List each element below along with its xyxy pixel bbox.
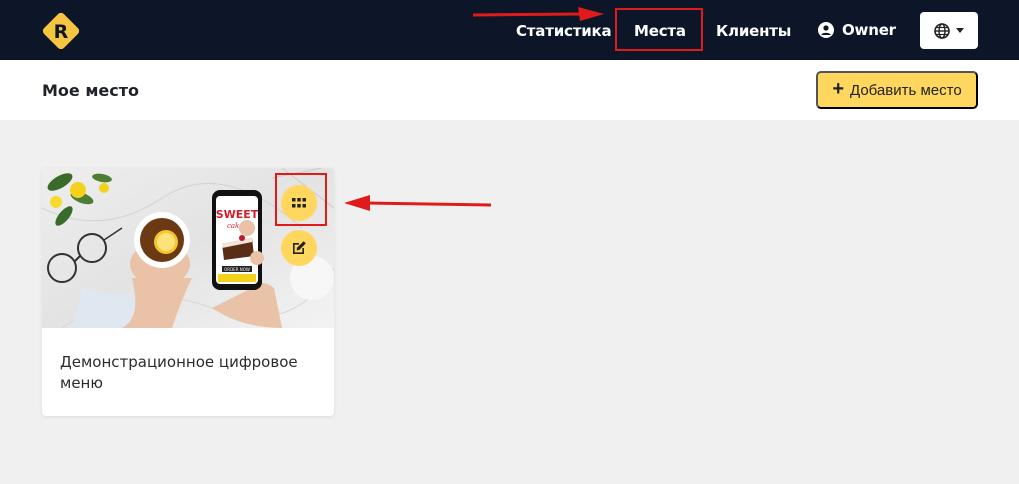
logo-letter: R [54,21,69,43]
annotation-box-grid [275,173,327,226]
language-dropdown-button[interactable] [920,12,978,49]
add-place-label: Добавить место [850,81,962,99]
globe-icon [934,22,950,39]
nav-clients[interactable]: Клиенты [716,22,791,40]
phone-order-button: ORDER NOW [224,267,250,272]
add-place-button[interactable]: + Добавить место [816,71,978,109]
owner-menu[interactable]: Owner [818,21,896,39]
annotation-box-places [615,8,703,51]
edit-icon [293,241,306,254]
edit-place-button[interactable] [281,230,317,266]
user-circle-icon [818,22,834,38]
nav-statistics[interactable]: Статистика [516,22,612,40]
owner-label: Owner [842,21,896,39]
page-title: Мое место [42,81,140,100]
chevron-down-icon [956,28,964,33]
plus-icon: + [832,78,844,100]
logo-icon[interactable]: R [40,10,82,52]
arrow-to-grid-button [344,195,492,211]
place-card-title: Демонстрационное цифровое меню [60,353,298,392]
phone-headline: SWEET [216,208,259,221]
